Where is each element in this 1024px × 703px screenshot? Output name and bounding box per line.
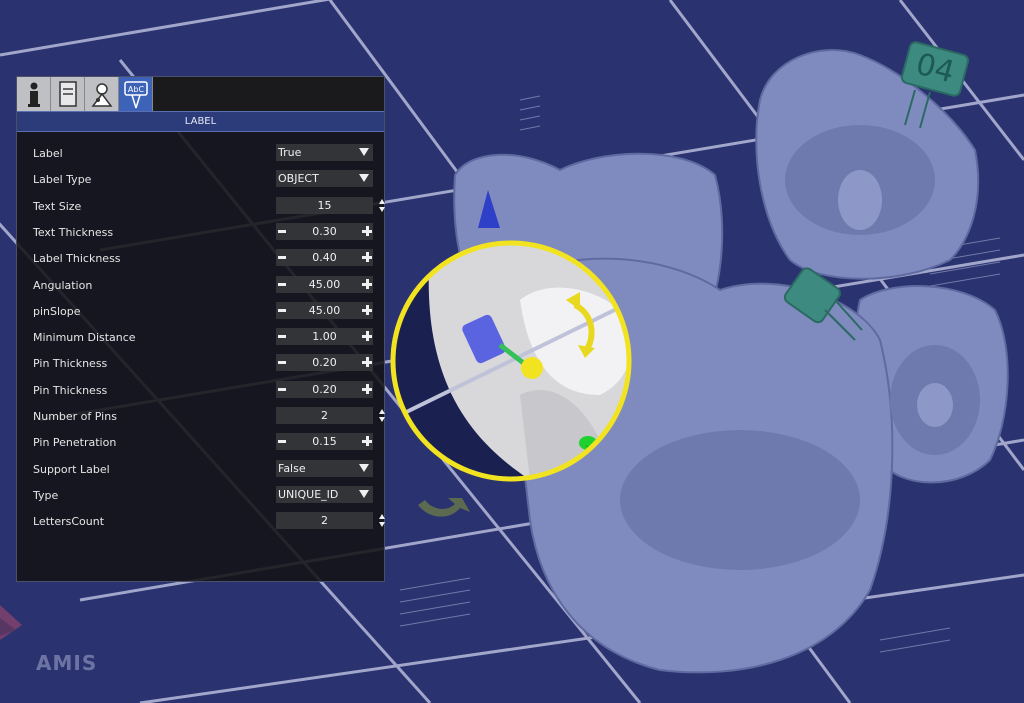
increment-icon[interactable] [362,331,372,342]
property-stepper[interactable]: 1.00 [276,328,373,346]
property-row: Pin Thickness 0.20 [17,379,384,405]
increment-icon[interactable] [362,278,372,289]
property-label: Pin Thickness [33,383,108,397]
decrement-icon[interactable] [278,387,286,391]
property-stepper[interactable]: 0.40 [276,249,373,267]
property-label: Type [33,488,59,502]
property-value[interactable]: 45.00 [276,276,373,293]
property-row: Angulation 45.00 [17,274,384,300]
property-row: Label True [17,142,384,168]
increment-icon[interactable] [362,383,372,394]
property-stepper[interactable]: 0.30 [276,222,373,240]
property-stepper[interactable]: 45.00 [276,275,373,293]
property-spinbox[interactable]: 15 [276,196,385,214]
tab-info[interactable] [17,77,51,111]
decrement-icon[interactable] [278,256,286,260]
panel-tab-bar: AbC [17,77,384,111]
property-row: pinSlope 45.00 [17,300,384,326]
property-dropdown[interactable]: True [276,144,373,161]
property-stepper[interactable]: 45.00 [276,301,373,319]
property-label: pinSlope [33,304,81,318]
increment-icon[interactable] [362,225,372,236]
property-label: Text Size [33,199,82,213]
property-label: Label [33,147,63,160]
tab-document[interactable] [51,77,85,111]
property-label: Label Thickness [33,252,121,266]
property-row: Label Thickness 0.40 [17,247,384,273]
label-icon: AbC [124,81,148,109]
label-icon-text: AbC [128,85,145,94]
tab-label[interactable]: AbC [119,77,153,111]
decrement-icon[interactable] [278,440,286,444]
decrement-icon[interactable] [278,282,286,286]
property-value[interactable]: 0.15 [276,433,373,450]
property-label: Pin Thickness [33,357,108,371]
property-row: Pin Penetration 0.15 [17,431,384,457]
spin-up-icon[interactable] [379,198,385,204]
increment-icon[interactable] [362,304,372,315]
property-value[interactable]: 0.20 [276,354,373,371]
property-row: Text Size 15 [17,195,385,221]
property-dropdown[interactable]: OBJECT [276,170,373,188]
dropdown-arrow-icon[interactable] [359,174,369,183]
spin-down-icon[interactable] [379,417,385,422]
property-spinbox[interactable]: 2 [276,407,385,424]
property-value[interactable]: 45.00 [276,302,373,319]
property-row: Type UNIQUE_ID [17,484,384,510]
label-properties-panel: AbC LABEL Label True Label Type OBJECT Text … [16,76,385,582]
property-dropdown[interactable]: False [276,459,373,477]
property-row: Minimum Distance 1.00 [17,326,384,352]
property-label: Pin Penetration [33,436,117,450]
property-row: Label Type OBJECT [17,168,384,194]
decrement-icon[interactable] [278,229,286,233]
property-label: Text Thickness [33,225,114,239]
property-label: Support Label [33,462,110,476]
property-value[interactable]: 2 [276,407,373,424]
dropdown-arrow-icon[interactable] [359,463,369,472]
property-dropdown[interactable]: UNIQUE_ID [276,485,373,503]
property-row: Text Thickness 0.30 [17,221,384,247]
property-stepper[interactable]: 0.20 [276,354,373,372]
property-value[interactable]: 0.30 [276,223,373,240]
tools-icon [91,83,113,107]
property-label: Angulation [33,278,93,292]
spin-down-icon[interactable] [379,522,385,528]
spin-up-icon[interactable] [379,409,385,414]
spin-down-icon[interactable] [379,206,385,212]
tab-tools[interactable] [85,77,119,111]
property-value[interactable]: 2 [276,512,373,529]
increment-icon[interactable] [362,436,372,447]
document-icon [59,81,77,107]
info-icon [28,82,40,107]
property-stepper[interactable]: 0.15 [276,433,373,451]
property-label: Label Type [33,173,92,187]
property-row: LettersCount 2 [17,510,385,536]
logo-text: AMIS [36,651,98,675]
dropdown-arrow-icon[interactable] [359,148,369,156]
property-spinbox[interactable]: 2 [276,512,385,530]
decrement-icon[interactable] [278,308,286,312]
property-label: Minimum Distance [33,331,136,345]
property-value[interactable]: 0.40 [276,249,373,266]
property-value[interactable]: 1.00 [276,328,373,345]
property-stepper[interactable]: 0.20 [276,380,373,398]
property-row: Number of Pins 2 [17,405,385,431]
decrement-icon[interactable] [278,361,286,365]
property-row: Support Label False [17,458,384,484]
dropdown-arrow-icon[interactable] [359,489,369,498]
property-value[interactable]: 15 [276,197,373,214]
decrement-icon[interactable] [278,335,286,339]
increment-icon[interactable] [362,252,372,263]
property-label: Number of Pins [33,410,117,423]
property-row: Pin Thickness 0.20 [17,352,384,378]
increment-icon[interactable] [362,357,372,368]
panel-title: LABEL [17,111,384,132]
spin-up-icon[interactable] [379,514,385,520]
property-value[interactable]: 0.20 [276,381,373,398]
property-label: LettersCount [33,515,105,529]
